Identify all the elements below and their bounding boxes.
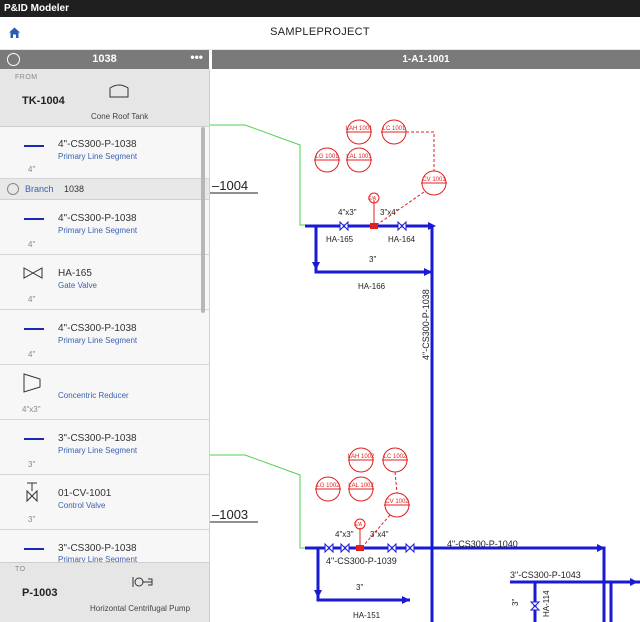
item-name: 3"-CS300-P-1038: [58, 543, 137, 554]
item-size: 3": [28, 460, 36, 469]
line-segment-icon: [24, 145, 44, 147]
gate-valve-icon: [23, 267, 43, 279]
item-name: HA-165: [58, 268, 92, 279]
item-name: 4"-CS300-P-1038: [58, 323, 137, 334]
list-item[interactable]: 4"-CS300-P-1038 Primary Line Segment 4": [0, 127, 209, 179]
svg-text:3": 3": [356, 583, 363, 592]
bypass-upper[interactable]: [314, 226, 432, 274]
svg-text:E/A: E/A: [368, 196, 377, 202]
item-size: 4": [28, 350, 36, 359]
control-valve-cv1001[interactable]: [370, 223, 378, 229]
line-label-1003: –1003: [212, 507, 248, 522]
tank-icon: [109, 84, 129, 98]
item-desc: Concentric Reducer: [58, 391, 129, 400]
from-type: Cone Roof Tank: [91, 112, 149, 121]
svg-text:HA-164: HA-164: [388, 235, 416, 244]
svg-text:HA-114: HA-114: [542, 590, 551, 617]
svg-text:HA-166: HA-166: [358, 282, 386, 291]
svg-text:4"x3": 4"x3": [338, 208, 357, 217]
svg-text:3": 3": [369, 255, 376, 264]
svg-text:HA-165: HA-165: [326, 235, 354, 244]
line-segment-icon: [24, 218, 44, 220]
svg-text:LAL 1001: LAL 1001: [346, 154, 372, 160]
item-name: 3"-CS300-P-1038: [58, 433, 137, 444]
branch-value: 1038: [64, 184, 85, 194]
diagram-title: 1-A1-1001: [212, 50, 640, 69]
item-size: 4": [28, 295, 36, 304]
svg-text:LG 1001: LG 1001: [315, 154, 339, 160]
branch-row[interactable]: Branch 1038: [0, 179, 209, 200]
branch-label: Branch: [25, 184, 54, 194]
line-segment-icon: [24, 438, 44, 440]
line-segment-icon: [24, 328, 44, 330]
svg-text:LAL 1002: LAL 1002: [348, 483, 374, 489]
from-section[interactable]: FROM TK-1004 Cone Roof Tank: [0, 69, 209, 127]
window-title: P&ID Modeler: [4, 3, 70, 14]
svg-text:3": 3": [511, 599, 520, 606]
pid-diagram[interactable]: –1004 –1003 E/A 4"x3" 3"x4" HA-165 HA-16…: [210, 69, 640, 622]
item-name: 4"-CS300-P-1038: [58, 139, 137, 150]
item-name: 4"-CS300-P-1038: [58, 213, 137, 224]
panel-scrollbar[interactable]: [201, 127, 205, 313]
list-item[interactable]: 01-CV-1001 Control Valve 3": [0, 475, 209, 530]
line-label-1040: 4"-CS300-P-1040: [447, 539, 518, 549]
line-panel: FROM TK-1004 Cone Roof Tank 4"-CS300-P-1…: [0, 69, 210, 622]
list-item[interactable]: 4"-CS300-P-1038 Primary Line Segment 4": [0, 200, 209, 255]
line-label-1038: 4"-CS300-P-1038: [421, 289, 431, 360]
item-desc: Primary Line Segment: [58, 336, 138, 345]
item-size: 4": [28, 240, 36, 249]
to-section[interactable]: TO P-1003 Horizontal Centrifugal Pump: [0, 562, 209, 622]
svg-text:LG 1002: LG 1002: [316, 483, 340, 489]
to-tag: P-1003: [22, 587, 58, 599]
app-header: SAMPLEPROJECT: [0, 17, 640, 50]
list-item[interactable]: Concentric Reducer 4"x3": [0, 365, 209, 420]
item-size: 4"x3": [22, 405, 41, 414]
line-label-1043: 3"-CS300-P-1043: [510, 570, 581, 580]
from-label: FROM: [15, 74, 38, 81]
instruments-lower: [315, 447, 410, 546]
svg-text:4"x3": 4"x3": [335, 530, 354, 539]
svg-text:HA-151: HA-151: [353, 611, 381, 620]
item-desc: Gate Valve: [58, 281, 97, 290]
from-tag: TK-1004: [22, 95, 65, 107]
line-segment-icon: [24, 548, 44, 550]
more-options-icon[interactable]: •••: [190, 50, 203, 64]
project-title: SAMPLEPROJECT: [270, 26, 370, 38]
svg-text:CV 1002: CV 1002: [385, 499, 409, 505]
branch-radio-icon[interactable]: [7, 183, 19, 195]
pipe-1043[interactable]: [510, 580, 640, 622]
to-label: TO: [15, 566, 26, 573]
svg-text:LC 1001: LC 1001: [383, 126, 406, 132]
valve-ha114[interactable]: [529, 601, 541, 611]
valve-ha165[interactable]: [339, 220, 349, 232]
item-desc: Primary Line Segment: [58, 152, 138, 161]
to-type: Horizontal Centrifugal Pump: [90, 604, 191, 613]
pump-icon: [132, 577, 153, 587]
green-line-upper: [210, 124, 305, 226]
svg-text:LC 1002: LC 1002: [384, 454, 407, 460]
line-label-1039: 4"-CS300-P-1039: [326, 556, 397, 566]
control-valve-icon: [26, 482, 38, 503]
list-item[interactable]: 3"-CS300-P-1038 Primary Line Segment 3": [0, 420, 209, 475]
panel-title: 1038: [92, 53, 117, 65]
list-item[interactable]: HA-165 Gate Valve 4": [0, 255, 209, 310]
panel-header: 1038 •••: [0, 50, 209, 69]
item-desc: Control Valve: [58, 501, 106, 510]
concentric-reducer-icon: [23, 373, 41, 393]
item-size: 3": [28, 515, 36, 524]
item-desc: Primary Line Segment: [58, 226, 138, 235]
item-name: 01-CV-1001: [58, 488, 112, 499]
window-titlebar: P&ID Modeler: [0, 0, 640, 17]
svg-text:CV 1001: CV 1001: [422, 177, 446, 183]
svg-text:LAH 1001: LAH 1001: [346, 126, 373, 132]
green-line-lower: [210, 454, 305, 549]
valve-ha164[interactable]: [397, 220, 407, 232]
item-size: 4": [28, 165, 36, 174]
svg-text:E/A: E/A: [354, 522, 363, 528]
control-valve-cv1002[interactable]: [356, 545, 364, 551]
list-item[interactable]: 4"-CS300-P-1038 Primary Line Segment 4": [0, 310, 209, 365]
line-label-1004: –1004: [212, 178, 248, 193]
svg-text:LAH 1002: LAH 1002: [348, 454, 375, 460]
item-desc: Primary Line Segment: [58, 446, 138, 455]
